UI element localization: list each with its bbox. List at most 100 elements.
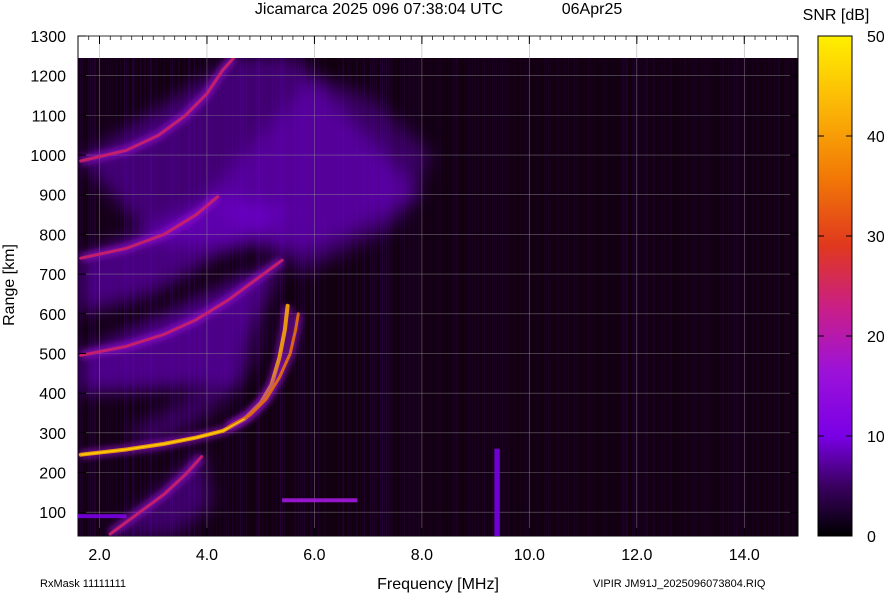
y-tick-label: 600 [39,307,66,324]
y-tick-label: 500 [39,346,66,363]
noise-streak [620,58,621,536]
noise-streak [514,58,515,536]
noise-streak [548,58,549,536]
noise-streak [468,58,469,536]
noise-streak [622,58,624,536]
noise-streak [670,58,672,536]
ionogram-chart: Jicamarca 2025 096 07:38:04 UTC 06Apr25 … [1,1,884,593]
noise-streak [684,58,686,536]
noise-streak [590,58,591,536]
noise-streak [416,58,417,536]
noise-streak [556,58,558,536]
x-tick-label: 10.0 [514,547,545,564]
noise-streak [694,58,695,536]
noise-streak [632,58,633,536]
colorbar-tick-label: 20 [867,329,884,346]
x-axis-label: Frequency [MHz] [377,576,499,593]
noise-streak [692,58,693,536]
noise-streak [734,58,735,536]
y-tick-label: 1200 [30,69,66,86]
noise-streak [638,58,639,536]
noise-streak [508,58,509,536]
noise-streak [726,58,727,536]
noise-streak [700,58,702,536]
noise-streak [454,58,455,536]
noise-streak [778,58,780,536]
chart-date: 06Apr25 [562,1,623,18]
y-tick-label: 800 [39,227,66,244]
noise-streak [502,58,503,536]
noise-streak [550,58,551,536]
noise-streak [774,58,775,536]
x-tick-label: 12.0 [621,547,652,564]
noise-streak [792,58,793,536]
noise-streak [478,58,479,536]
y-tick-label: 1300 [30,29,66,46]
noise-streak [504,58,505,536]
noise-streak [654,58,655,536]
noise-streak [408,58,410,536]
colorbar-tick-label: 40 [867,129,884,146]
noise-streak [758,58,759,536]
noise-streak [426,58,427,536]
noise-streak [528,58,530,536]
echo-patch [282,498,358,503]
noise-streak [568,58,569,536]
noise-streak [786,58,788,536]
noise-streak [564,58,566,536]
x-tick-label: 6.0 [303,547,325,564]
noise-streak [642,58,643,536]
noise-streak [500,58,501,536]
chart-title: Jicamarca 2025 096 07:38:04 UTC [255,1,503,18]
noise-streak [412,58,414,536]
noise-streak [640,58,641,536]
noise-streak [452,58,453,536]
noise-streak [680,58,681,536]
noise-streak [524,58,525,536]
noise-streak [652,58,654,536]
noise-streak [776,58,777,536]
noise-streak [474,58,476,536]
noise-streak [448,58,449,536]
colorbar-tick-label: 0 [867,529,876,546]
noise-streak [506,58,507,536]
noise-streak [728,58,729,536]
noise-streak [410,58,411,536]
noise-streak [418,58,420,536]
y-tick-label: 1000 [30,148,66,165]
file-name-label: VIPIR JM91J_2025096073804.RIQ [593,578,766,590]
noise-streak [434,58,435,536]
noise-streak [546,58,547,536]
noise-streak [784,58,786,536]
x-tick-label: 4.0 [196,547,218,564]
noise-streak [624,58,626,536]
noise-streak [702,58,704,536]
noise-streak [552,58,553,536]
noise-streak [538,58,539,536]
echo-patch [494,448,500,536]
noise-streak [488,58,489,536]
colorbar-tick-label: 50 [867,29,884,46]
noise-streak [746,58,747,536]
x-tick-label: 8.0 [411,547,433,564]
noise-streak [690,58,691,536]
noise-streak [440,58,441,536]
noise-streak [708,58,709,536]
noise-streak [612,58,614,536]
noise-streak [520,58,521,536]
x-tick-label: 2.0 [88,547,110,564]
noise-streak [770,58,771,536]
noise-streak [438,58,439,536]
noise-streak [720,58,721,536]
noise-streak [482,58,483,536]
noise-streak [436,58,437,536]
noise-streak [470,58,471,536]
noise-streak [704,58,705,536]
noise-streak [658,58,659,536]
y-tick-label: 200 [39,466,66,483]
noise-streak [534,58,535,536]
noise-streak [594,58,595,536]
noise-streak [430,58,431,536]
noise-streak [710,58,711,536]
noise-streak [588,58,589,536]
